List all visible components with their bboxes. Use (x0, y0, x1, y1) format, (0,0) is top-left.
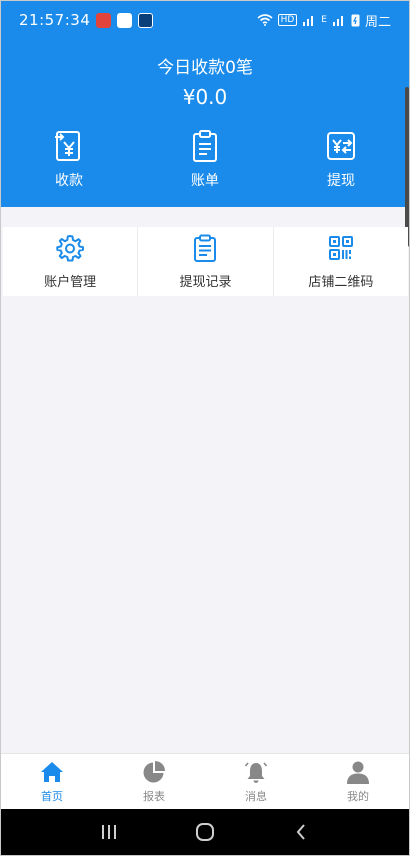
tab-messages[interactable]: 消息 (205, 754, 307, 809)
home-nav-button[interactable] (190, 817, 220, 847)
chat-notification-icon (117, 12, 133, 28)
withdraw-records-button[interactable]: 提现记录 (138, 227, 274, 296)
signal-icon-2 (332, 16, 343, 26)
back-icon (296, 824, 305, 840)
gear-icon (56, 234, 85, 261)
scrollbar[interactable] (405, 87, 409, 247)
receive-label: 收款 (55, 173, 83, 189)
tab-mine[interactable]: 我的 (307, 754, 409, 809)
header-panel: 21:57:34 HD E 周二 今日收款0笔 ¥0.0 收款 账单 提现 (1, 1, 409, 207)
wifi-icon (257, 14, 273, 26)
system-navigation-bar (1, 809, 409, 855)
pie-chart-icon (143, 760, 165, 782)
shop-qrcode-button[interactable]: 店铺二维码 (274, 227, 408, 296)
recent-apps-icon (102, 825, 116, 839)
receive-icon (55, 131, 80, 161)
withdraw-button[interactable]: 提现 (273, 129, 409, 193)
tab-reports-label: 报表 (143, 789, 165, 803)
signal-icon (303, 16, 314, 26)
recent-apps-button[interactable] (94, 817, 124, 847)
home-nav-icon (196, 823, 214, 841)
clipboard-icon (194, 234, 217, 262)
account-management-button[interactable]: 账户管理 (3, 227, 139, 296)
bell-icon (244, 761, 268, 783)
status-day: 周二 (364, 14, 391, 30)
function-menu: 账户管理 提现记录 店铺二维码 (3, 227, 408, 296)
receive-button[interactable]: 收款 (1, 129, 137, 193)
tab-home-label: 首页 (41, 789, 63, 803)
withdraw-label: 提现 (327, 173, 355, 189)
bill-label: 账单 (191, 173, 219, 189)
account-management-label: 账户管理 (44, 274, 97, 290)
tab-mine-label: 我的 (347, 789, 369, 803)
bottom-tab-bar: 首页 报表 消息 我的 (1, 753, 409, 809)
tab-reports[interactable]: 报表 (103, 754, 205, 809)
tab-messages-label: 消息 (245, 789, 267, 803)
withdraw-icon (327, 132, 355, 160)
status-bar: 21:57:34 HD E 周二 (1, 1, 409, 39)
today-receipts-title: 今日收款0笔 (157, 58, 253, 78)
battery-icon (351, 14, 360, 27)
back-nav-button[interactable] (286, 817, 316, 847)
bill-icon (193, 130, 217, 162)
shop-qrcode-label: 店铺二维码 (308, 274, 374, 290)
home-icon (41, 761, 63, 782)
withdraw-records-label: 提现记录 (179, 274, 232, 290)
tab-home[interactable]: 首页 (1, 754, 103, 809)
network-type-label: E (321, 15, 327, 25)
qrcode-icon (328, 235, 353, 260)
network-hd-badge: HD (277, 14, 298, 26)
today-receipts-amount: ¥0.0 (182, 85, 228, 109)
bill-button[interactable]: 账单 (137, 129, 273, 193)
person-icon (347, 761, 369, 784)
top-actions: 收款 账单 提现 (1, 129, 409, 193)
app-notification-icon (96, 12, 112, 28)
mail-notification-icon (138, 12, 154, 28)
status-time: 21:57:34 (19, 11, 91, 29)
